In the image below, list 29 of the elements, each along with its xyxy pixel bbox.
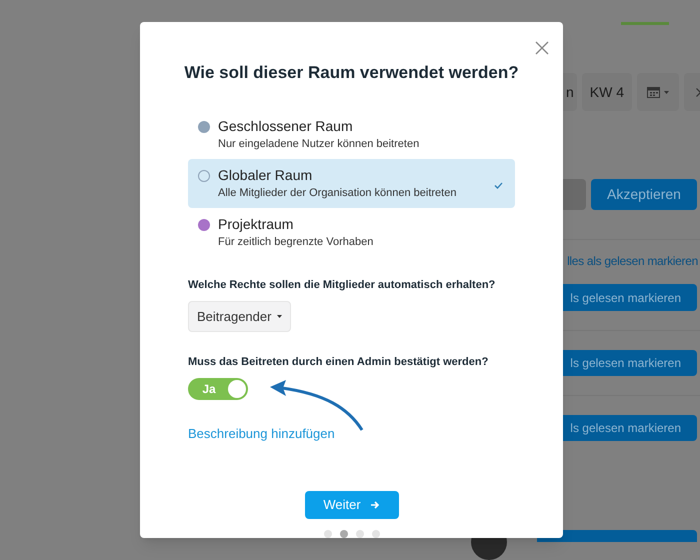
caret-icon — [277, 314, 282, 318]
check-icon — [494, 182, 503, 188]
room-type-option[interactable]: Globaler Raum Alle Mitglieder der Organisation können beitreten — [188, 158, 515, 208]
add-description-link[interactable]: Beschreibung hinzufügen — [188, 424, 335, 444]
close-button[interactable] — [535, 40, 551, 56]
arrow-right-icon — [370, 500, 380, 509]
rights-dropdown[interactable]: Beitragender — [188, 301, 292, 332]
mark-all-read-link[interactable]: lles als gelesen markieren — [567, 252, 698, 270]
next-button[interactable]: Weiter — [304, 490, 398, 519]
tab-underline — [621, 22, 669, 26]
week-button[interactable]: KW 4 — [582, 73, 632, 112]
room-type-description: Alle Mitglieder der Organisation können beitreten — [218, 186, 458, 200]
room-type-option[interactable]: Geschlossener Raum Nur eingeladene Nutzer können beitreten — [188, 110, 515, 158]
room-type-name: Globaler Raum — [218, 166, 314, 184]
chevron-right-icon — [696, 88, 700, 97]
accept-button[interactable]: Akzeptieren — [591, 179, 697, 210]
admin-question: Muss das Beitreten durch einen Admin bestätigt werden? — [188, 354, 490, 370]
rights-question: Welche Rechte sollen die Mitglieder automatisch erhalten? — [188, 278, 496, 292]
room-type-description: Für zeitlich begrenzte Vorhaben — [218, 234, 374, 250]
room-type-option[interactable]: Projektraum Für zeitlich begrenzte Vorhaben — [188, 208, 515, 256]
close-icon — [535, 41, 549, 55]
dialog-title: Wie soll dieser Raum verwendet werden? — [183, 62, 520, 84]
admin-toggle[interactable]: Ja — [188, 378, 248, 400]
room-type-description: Nur eingeladene Nutzer können beitreten — [218, 136, 420, 152]
calendar-button[interactable] — [637, 73, 679, 112]
caret-icon — [664, 90, 669, 94]
room-type-name: Projektraum — [218, 214, 294, 234]
room-type-name: Geschlossener Raum — [218, 116, 354, 136]
calendar-icon — [647, 86, 660, 98]
